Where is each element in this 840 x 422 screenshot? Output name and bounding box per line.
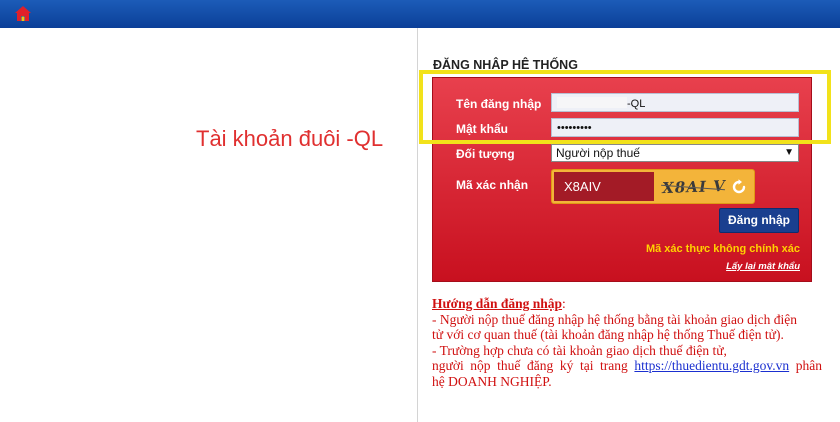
guide-line-2a: - Trường hợp chưa có tài khoản giao dịch… [432, 342, 727, 358]
guide-line-1a: - Người nộp thuế đăng nhập hệ thống bằng… [432, 311, 798, 327]
guide-line-2c: hệ DOANH NGHIỆP. [432, 373, 552, 389]
home-icon[interactable] [14, 5, 32, 23]
thuedientu-link[interactable]: https://thuedientu.gdt.gov.vn [634, 358, 789, 373]
login-guide: Hướng dẫn đăng nhập: - Người nộp thuế đă… [432, 296, 822, 389]
object-select-value: Người nộp thuế [556, 146, 640, 160]
guide-title: Hướng dẫn đăng nhập [432, 296, 563, 311]
captcha-input[interactable]: X8AIV [554, 172, 654, 201]
guide-title-colon: : [562, 296, 566, 311]
login-button[interactable]: Đăng nhập [719, 208, 799, 233]
object-label: Đối tượng [456, 147, 515, 161]
captcha-label: Mã xác nhận [456, 178, 529, 192]
forgot-password-link[interactable]: Lấy lại mật khẩu [726, 261, 800, 272]
guide-line-2b-prefix: người nộp thuế đăng ký tại trang [432, 358, 628, 373]
captcha-group: X8AIV X8AI V [551, 169, 755, 204]
guide-line-1b: tử với cơ quan thuế (tài khoản đăng nhập… [432, 327, 784, 342]
guide-line-2b: người nộp thuế đăng ký tại trang https:/… [432, 358, 822, 374]
guide-line-2b-suffix: phân [795, 358, 823, 373]
highlight-box [419, 70, 831, 144]
captcha-error-message: Mã xác thực không chính xác [645, 243, 800, 255]
refresh-icon[interactable] [730, 178, 748, 196]
chevron-down-icon: ▼ [784, 147, 794, 158]
object-select[interactable]: Người nộp thuế ▼ [551, 144, 799, 162]
annotation-text: Tài khoản đuôi -QL [196, 126, 384, 151]
captcha-image: X8AI V [659, 175, 730, 199]
top-bar [0, 0, 840, 28]
